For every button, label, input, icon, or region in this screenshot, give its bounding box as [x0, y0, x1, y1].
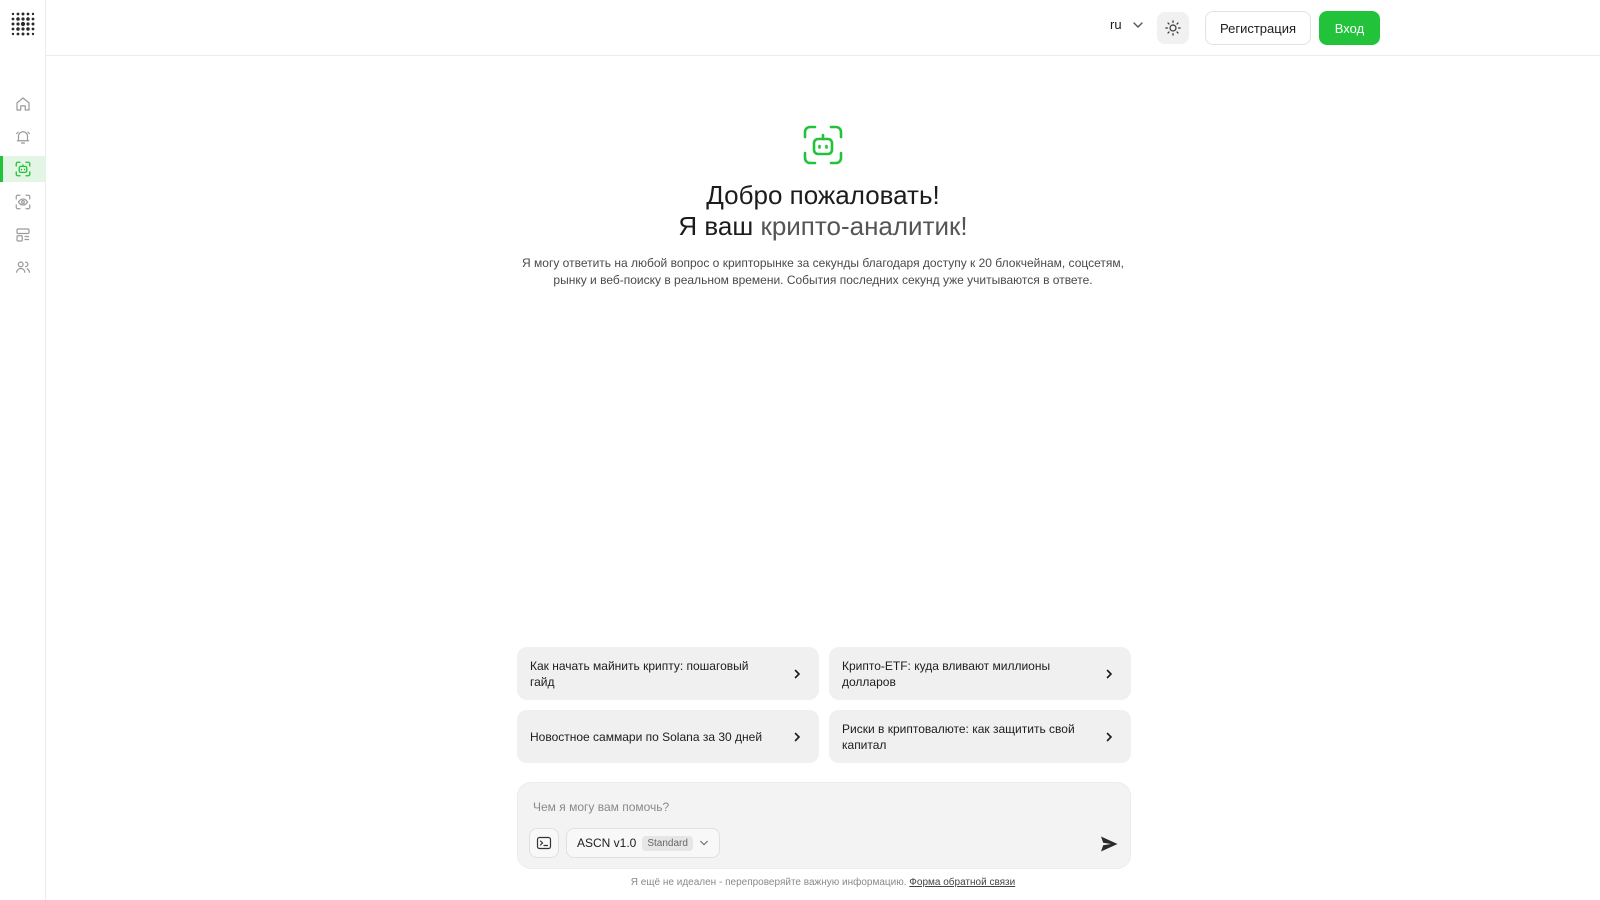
sidebar-item-alerts[interactable]	[0, 124, 46, 150]
model-selector[interactable]: ASCN v1.0 Standard	[566, 828, 720, 858]
model-name: ASCN v1.0	[577, 836, 637, 850]
sidebar-item-ai-analyst[interactable]	[0, 156, 46, 182]
suggestion-card[interactable]: Крипто-ETF: куда вливают миллионы доллар…	[829, 647, 1131, 700]
send-icon[interactable]	[1099, 834, 1119, 854]
chevron-right-icon	[794, 669, 801, 678]
suggestion-card[interactable]: Новостное саммари по Solana за 30 дней	[517, 710, 819, 763]
disclaimer-text: Я ещё не идеален - перепроверяйте важную…	[630, 877, 907, 888]
top-bar: ru Регистрация Вход	[46, 0, 1600, 56]
users-icon	[16, 261, 30, 273]
bot-scan-icon	[15, 161, 31, 177]
feedback-link[interactable]: Форма обратной связи	[909, 877, 1015, 888]
chevron-down-icon	[1132, 21, 1143, 28]
suggestion-text: Риски в криптовалюте: как защитить свой …	[842, 721, 1075, 752]
sidebar	[0, 0, 46, 900]
welcome-title: Добро пожаловать!	[706, 180, 940, 210]
sidebar-item-home[interactable]	[0, 91, 46, 117]
sun-icon	[1165, 20, 1181, 36]
subtitle-accent: крипто-аналитик!	[760, 211, 968, 241]
theme-toggle-button[interactable]	[1157, 12, 1189, 44]
sidebar-item-watch[interactable]	[0, 189, 46, 215]
suggestion-text: Новостное саммари по Solana за 30 дней	[530, 729, 763, 744]
login-button[interactable]: Вход	[1319, 11, 1380, 45]
layout-icon	[16, 228, 30, 242]
suggestion-card[interactable]: Риски в криптовалюте: как защитить свой …	[829, 710, 1131, 763]
welcome-subtitle: Я ваш крипто-аналитик!	[500, 211, 1146, 242]
suggestion-card[interactable]: Как начать майнить крипту: пошаговый гай…	[517, 647, 819, 700]
home-icon	[16, 97, 30, 111]
chevron-right-icon	[1106, 732, 1113, 741]
bot-scan-icon	[803, 125, 843, 165]
chevron-down-icon	[700, 840, 708, 846]
bell-icon	[16, 131, 30, 144]
language-label: ru	[1110, 17, 1122, 32]
chat-input[interactable]	[533, 796, 1093, 818]
suggestion-text: Как начать майнить крипту: пошаговый гай…	[530, 658, 749, 689]
chat-composer: ASCN v1.0 Standard	[517, 782, 1131, 869]
language-selector[interactable]: ru	[1110, 17, 1144, 32]
terminal-icon	[536, 836, 552, 850]
chevron-right-icon	[1106, 669, 1113, 678]
sidebar-item-community[interactable]	[0, 254, 46, 280]
eye-scan-icon	[15, 194, 31, 210]
register-button[interactable]: Регистрация	[1205, 11, 1311, 45]
chevron-right-icon	[794, 732, 801, 741]
model-tier-badge: Standard	[642, 835, 693, 851]
logo[interactable]	[10, 11, 36, 37]
commands-button[interactable]	[529, 828, 559, 858]
welcome-description: Я могу ответить на любой вопрос о крипто…	[522, 256, 1124, 287]
suggestion-text: Крипто-ETF: куда вливают миллионы доллар…	[842, 658, 1051, 689]
disclaimer: Я ещё не идеален - перепроверяйте важную…	[500, 877, 1146, 888]
sidebar-item-dashboards[interactable]	[0, 222, 46, 248]
logo-icon	[11, 12, 35, 36]
subtitle-prefix: Я ваш	[678, 211, 761, 241]
